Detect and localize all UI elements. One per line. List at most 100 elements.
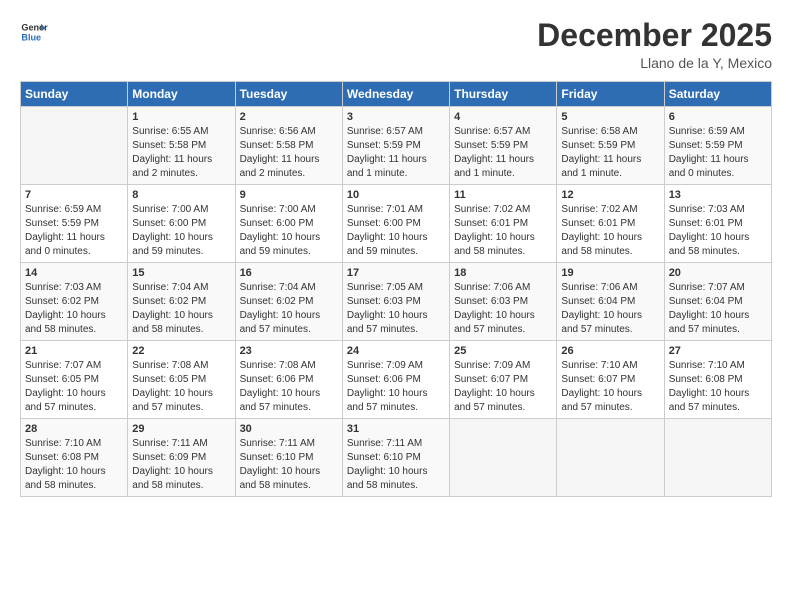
day-cell [557,419,664,497]
day-info: Sunrise: 7:04 AM Sunset: 6:02 PM Dayligh… [132,281,230,337]
day-info: Sunrise: 7:09 AM Sunset: 6:07 PM Dayligh… [454,359,552,415]
header-row: SundayMondayTuesdayWednesdayThursdayFrid… [21,82,772,107]
day-cell: 13Sunrise: 7:03 AM Sunset: 6:01 PM Dayli… [664,185,771,263]
day-info: Sunrise: 7:01 AM Sunset: 6:00 PM Dayligh… [347,203,445,259]
day-info: Sunrise: 7:07 AM Sunset: 6:04 PM Dayligh… [669,281,767,337]
day-number: 17 [347,267,445,279]
day-info: Sunrise: 6:55 AM Sunset: 5:58 PM Dayligh… [132,125,230,181]
day-cell: 11 Sunrise: 7:02 AM Sunset: 6:01 PM Dayli… [450,185,557,263]
day-cell [21,107,128,185]
day-info: Sunrise: 7:08 AM Sunset: 6:05 PM Dayligh… [132,359,230,415]
day-cell: 19 Sunrise: 7:06 AM Sunset: 6:04 PM Dayli… [557,263,664,341]
day-number: 29 [132,423,230,435]
day-number: 16 [240,267,338,279]
day-number: 12 [561,189,659,201]
day-number: 28 [25,423,123,435]
day-cell: 20 Sunrise: 7:07 AM Sunset: 6:04 PM Dayli… [664,263,771,341]
day-cell: 3Sunrise: 6:57 AM Sunset: 5:59 PM Daylig… [342,107,449,185]
day-cell: 30 Sunrise: 7:11 AM Sunset: 6:10 PM Dayli… [235,419,342,497]
day-info: Sunrise: 7:08 AM Sunset: 6:06 PM Dayligh… [240,359,338,415]
week-row-3: 14Sunrise: 7:03 AM Sunset: 6:02 PM Dayli… [21,263,772,341]
day-cell: 7 Sunrise: 6:59 AM Sunset: 5:59 PM Daylig… [21,185,128,263]
header: General Blue December 2025 Llano de la Y… [20,18,772,71]
day-cell: 16 Sunrise: 7:04 AM Sunset: 6:02 PM Dayli… [235,263,342,341]
svg-text:Blue: Blue [21,32,41,42]
day-info: Sunrise: 7:03 AM Sunset: 6:01 PM Dayligh… [669,203,767,259]
day-info: Sunrise: 7:02 AM Sunset: 6:01 PM Dayligh… [454,203,552,259]
col-header-thursday: Thursday [450,82,557,107]
day-cell: 5 Sunrise: 6:58 AM Sunset: 5:59 PM Daylig… [557,107,664,185]
col-header-sunday: Sunday [21,82,128,107]
day-info: Sunrise: 6:57 AM Sunset: 5:59 PM Dayligh… [454,125,552,181]
col-header-saturday: Saturday [664,82,771,107]
col-header-wednesday: Wednesday [342,82,449,107]
day-number: 21 [25,345,123,357]
day-number: 1 [132,111,230,123]
day-number: 19 [561,267,659,279]
day-number: 14 [25,267,123,279]
day-number: 5 [561,111,659,123]
day-info: Sunrise: 7:00 AM Sunset: 6:00 PM Dayligh… [240,203,338,259]
day-cell: 25 Sunrise: 7:09 AM Sunset: 6:07 PM Dayli… [450,341,557,419]
day-cell: 23 Sunrise: 7:08 AM Sunset: 6:06 PM Dayli… [235,341,342,419]
logo: General Blue [20,18,52,46]
day-info: Sunrise: 7:02 AM Sunset: 6:01 PM Dayligh… [561,203,659,259]
day-cell: 6 Sunrise: 6:59 AM Sunset: 5:59 PM Daylig… [664,107,771,185]
day-info: Sunrise: 7:10 AM Sunset: 6:08 PM Dayligh… [669,359,767,415]
day-cell: 15Sunrise: 7:04 AM Sunset: 6:02 PM Dayli… [128,263,235,341]
day-number: 4 [454,111,552,123]
day-cell: 1 Sunrise: 6:55 AM Sunset: 5:58 PM Daylig… [128,107,235,185]
day-info: Sunrise: 6:56 AM Sunset: 5:58 PM Dayligh… [240,125,338,181]
day-info: Sunrise: 7:10 AM Sunset: 6:07 PM Dayligh… [561,359,659,415]
day-number: 24 [347,345,445,357]
day-number: 10 [347,189,445,201]
day-number: 26 [561,345,659,357]
day-cell: 26 Sunrise: 7:10 AM Sunset: 6:07 PM Dayli… [557,341,664,419]
day-cell: 9Sunrise: 7:00 AM Sunset: 6:00 PM Daylig… [235,185,342,263]
day-info: Sunrise: 7:06 AM Sunset: 6:03 PM Dayligh… [454,281,552,337]
week-row-1: 1 Sunrise: 6:55 AM Sunset: 5:58 PM Daylig… [21,107,772,185]
day-info: Sunrise: 6:58 AM Sunset: 5:59 PM Dayligh… [561,125,659,181]
day-number: 20 [669,267,767,279]
day-info: Sunrise: 7:11 AM Sunset: 6:10 PM Dayligh… [240,437,338,493]
week-row-4: 21 Sunrise: 7:07 AM Sunset: 6:05 PM Dayli… [21,341,772,419]
day-number: 30 [240,423,338,435]
day-info: Sunrise: 7:11 AM Sunset: 6:10 PM Dayligh… [347,437,445,493]
col-header-friday: Friday [557,82,664,107]
day-cell: 31 Sunrise: 7:11 AM Sunset: 6:10 PM Dayli… [342,419,449,497]
day-cell: 14Sunrise: 7:03 AM Sunset: 6:02 PM Dayli… [21,263,128,341]
day-cell: 8Sunrise: 7:00 AM Sunset: 6:00 PM Daylig… [128,185,235,263]
day-info: Sunrise: 7:09 AM Sunset: 6:06 PM Dayligh… [347,359,445,415]
day-cell: 18Sunrise: 7:06 AM Sunset: 6:03 PM Dayli… [450,263,557,341]
day-number: 25 [454,345,552,357]
day-number: 2 [240,111,338,123]
day-info: Sunrise: 7:11 AM Sunset: 6:09 PM Dayligh… [132,437,230,493]
day-info: Sunrise: 6:57 AM Sunset: 5:59 PM Dayligh… [347,125,445,181]
day-cell: 27 Sunrise: 7:10 AM Sunset: 6:08 PM Dayli… [664,341,771,419]
day-info: Sunrise: 7:10 AM Sunset: 6:08 PM Dayligh… [25,437,123,493]
day-number: 23 [240,345,338,357]
day-cell: 17 Sunrise: 7:05 AM Sunset: 6:03 PM Dayli… [342,263,449,341]
col-header-tuesday: Tuesday [235,82,342,107]
day-number: 7 [25,189,123,201]
col-header-monday: Monday [128,82,235,107]
day-cell: 28 Sunrise: 7:10 AM Sunset: 6:08 PM Dayli… [21,419,128,497]
day-info: Sunrise: 6:59 AM Sunset: 5:59 PM Dayligh… [25,203,123,259]
day-cell [450,419,557,497]
title-block: December 2025 Llano de la Y, Mexico [537,18,772,71]
week-row-5: 28 Sunrise: 7:10 AM Sunset: 6:08 PM Dayli… [21,419,772,497]
day-cell: 12 Sunrise: 7:02 AM Sunset: 6:01 PM Dayli… [557,185,664,263]
day-info: Sunrise: 7:07 AM Sunset: 6:05 PM Dayligh… [25,359,123,415]
day-info: Sunrise: 7:05 AM Sunset: 6:03 PM Dayligh… [347,281,445,337]
day-number: 11 [454,189,552,201]
day-number: 6 [669,111,767,123]
day-number: 31 [347,423,445,435]
day-cell: 21 Sunrise: 7:07 AM Sunset: 6:05 PM Dayli… [21,341,128,419]
day-info: Sunrise: 7:00 AM Sunset: 6:00 PM Dayligh… [132,203,230,259]
day-cell: 24 Sunrise: 7:09 AM Sunset: 6:06 PM Dayli… [342,341,449,419]
day-info: Sunrise: 6:59 AM Sunset: 5:59 PM Dayligh… [669,125,767,181]
day-info: Sunrise: 7:04 AM Sunset: 6:02 PM Dayligh… [240,281,338,337]
day-number: 27 [669,345,767,357]
logo-icon: General Blue [20,18,48,46]
day-info: Sunrise: 7:06 AM Sunset: 6:04 PM Dayligh… [561,281,659,337]
